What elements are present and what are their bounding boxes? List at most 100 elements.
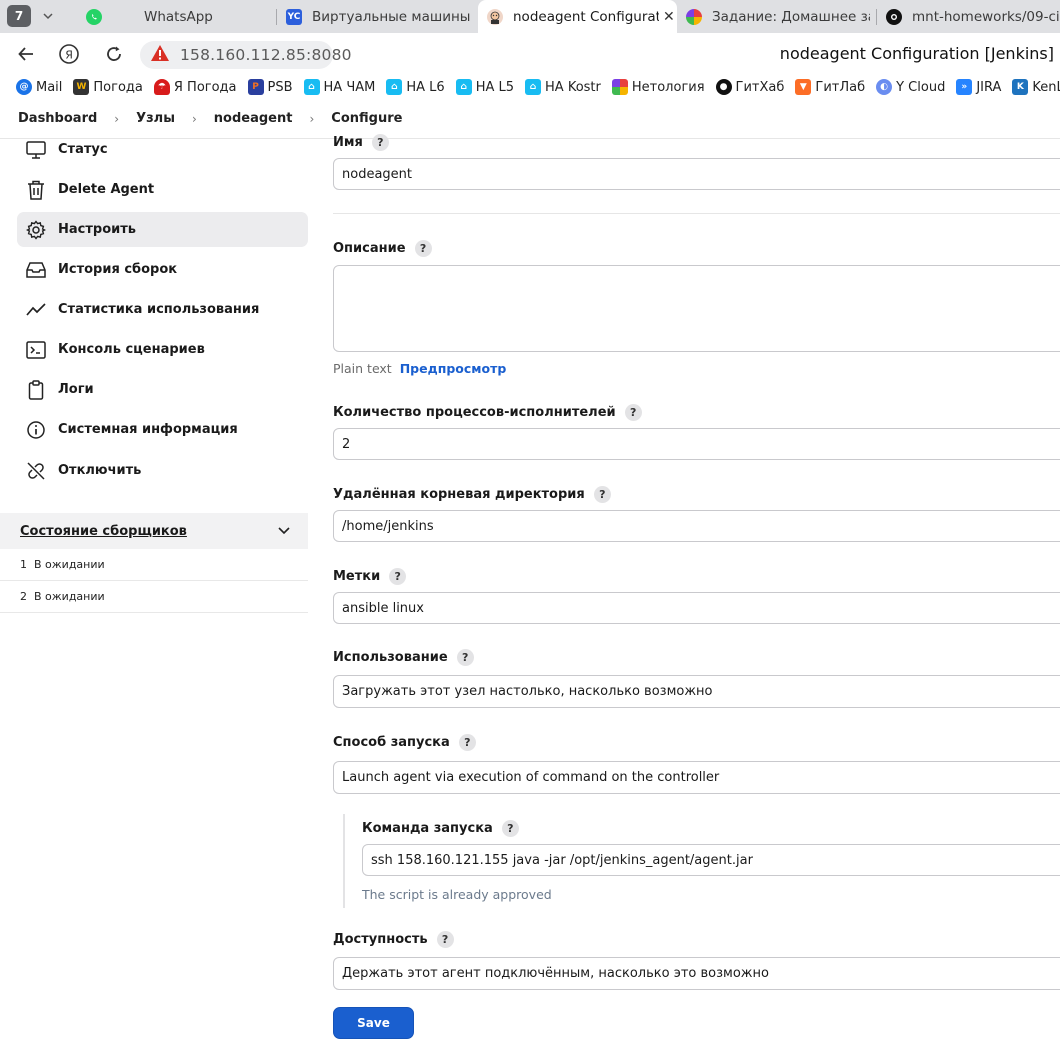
info-icon xyxy=(26,420,46,440)
kenluk-icon: K xyxy=(1012,79,1029,95)
help-icon[interactable]: ? xyxy=(458,734,476,751)
bookmark-github[interactable]: ● ГитХаб xyxy=(715,79,784,95)
bookmark-ha-cham[interactable]: ⌂ HA ЧАМ xyxy=(303,79,375,95)
help-icon[interactable]: ? xyxy=(593,486,611,503)
usage-select[interactable]: Загружать этот узел настолько, насколько… xyxy=(333,675,1060,708)
tab-label: nodeagent Configuratio xyxy=(513,8,659,25)
bookmark-y-cloud[interactable]: ◐ Y Cloud xyxy=(876,79,945,95)
tab-divider xyxy=(276,9,277,25)
bookmark-jira[interactable]: » JIRA xyxy=(956,79,1001,95)
bookmark-label: KenLuk xyxy=(1032,79,1060,95)
remote-root-field-label: Удалённая корневая директория ? xyxy=(333,486,611,503)
tab-count-button[interactable]: 7 xyxy=(7,5,31,27)
sidebar-item-usage-stats[interactable]: Статистика использования xyxy=(17,292,308,327)
bookmark-netology[interactable]: Нетология xyxy=(611,79,705,95)
home-assistant-icon: ⌂ xyxy=(455,79,472,95)
trend-icon xyxy=(26,300,46,320)
tab-label: Задание: Домашнее зада xyxy=(712,8,870,25)
description-textarea[interactable] xyxy=(333,265,1060,352)
clipboard-icon xyxy=(26,379,46,400)
help-icon[interactable]: ? xyxy=(414,240,432,257)
field-label-text: Метки xyxy=(333,569,381,584)
bookmark-label: HA L6 xyxy=(406,79,445,95)
bookmark-label: Mail xyxy=(36,79,63,95)
help-icon[interactable]: ? xyxy=(501,820,519,837)
bookmark-label: PSB xyxy=(267,79,293,95)
sidebar-item-build-history[interactable]: История сборок xyxy=(17,252,308,287)
jira-icon: » xyxy=(956,79,973,95)
save-button[interactable]: Save xyxy=(333,1007,414,1039)
bookmark-label: HA Kostr xyxy=(545,79,601,95)
preview-link[interactable]: Предпросмотр xyxy=(400,361,507,376)
labels-input[interactable]: ansible linux xyxy=(333,592,1060,624)
sidebar-item-label: Системная информация xyxy=(58,422,238,437)
launch-method-field-label: Способ запуска ? xyxy=(333,734,476,751)
chevron-down-icon[interactable] xyxy=(37,5,59,27)
bookmark-psb[interactable]: P PSB xyxy=(247,79,293,95)
sidebar-item-label: Настроить xyxy=(58,222,136,237)
tab-netology-task[interactable]: Задание: Домашнее зада xyxy=(686,0,870,33)
whatsapp-icon xyxy=(86,8,102,25)
breadcrumb-nodeagent[interactable]: nodeagent xyxy=(214,111,293,126)
bookmark-kenluk[interactable]: KKenLuk xyxy=(1012,79,1060,95)
executors-input[interactable]: 2 xyxy=(333,428,1060,460)
launch-command-input[interactable]: ssh 158.160.121.155 java -jar /opt/jenki… xyxy=(362,844,1060,876)
sidebar-item-status[interactable]: Статус xyxy=(17,132,308,167)
close-tab-icon[interactable]: ✕ xyxy=(663,9,675,25)
availability-select[interactable]: Держать этот агент подключённым, насколь… xyxy=(333,957,1060,990)
sidebar-item-script-console[interactable]: Консоль сценариев xyxy=(17,332,308,367)
tab-jenkins-active[interactable]: nodeagent Configuratio ✕ xyxy=(478,0,677,33)
bookmark-ha-kostr[interactable]: ⌂ HA Kostr xyxy=(525,79,601,95)
help-icon[interactable]: ? xyxy=(456,649,474,666)
github-icon xyxy=(886,8,902,25)
executor-status-title[interactable]: Состояние сборщиков xyxy=(20,524,187,539)
bookmark-ha-l5[interactable]: ⌂ HA L5 xyxy=(455,79,514,95)
executor-number: 2 xyxy=(20,590,27,603)
breadcrumb-dashboard[interactable]: Dashboard xyxy=(18,111,97,126)
sidebar-item-label: Статистика использования xyxy=(58,302,260,317)
jenkins-icon xyxy=(487,8,503,25)
tab-label: WhatsApp xyxy=(144,8,213,25)
reload-icon[interactable] xyxy=(102,42,126,66)
launch-command-field-label: Команда запуска ? xyxy=(362,820,519,837)
sidebar-item-configure[interactable]: Настроить xyxy=(17,212,308,247)
sidebar-item-label: Delete Agent xyxy=(58,182,155,197)
help-icon[interactable]: ? xyxy=(436,931,454,948)
sidebar-item-logs[interactable]: Логи xyxy=(17,372,308,407)
bookmark-label: JIRA xyxy=(976,79,1002,95)
sidebar-item-label: Консоль сценариев xyxy=(58,342,205,357)
sidebar-item-disconnect[interactable]: Отключить xyxy=(17,453,308,488)
yandex-logo-icon[interactable]: Я xyxy=(57,42,81,66)
help-icon[interactable]: ? xyxy=(624,404,642,421)
side-panel: Статус Delete Agent Настроить История сб… xyxy=(0,140,320,1050)
sidebar-item-delete-agent[interactable]: Delete Agent xyxy=(17,172,308,207)
bookmark-label: Я Погода xyxy=(173,79,237,95)
help-icon[interactable]: ? xyxy=(389,568,407,585)
sidebar-item-system-info[interactable]: Системная информация xyxy=(17,412,308,447)
inbox-icon xyxy=(26,260,46,280)
remote-root-input[interactable]: /home/jenkins xyxy=(333,510,1060,542)
executor-status-header[interactable]: Состояние сборщиков xyxy=(0,513,308,549)
breadcrumb-nodes[interactable]: Узлы xyxy=(136,111,175,126)
chevron-down-icon[interactable] xyxy=(278,524,290,539)
bookmark-mail[interactable]: @ Mail xyxy=(16,79,62,95)
tab-yandex-cloud[interactable]: YC Виртуальные машины | Y xyxy=(286,0,472,33)
configure-form: Имя ? nodeagent Описание ? Plain text Пр… xyxy=(333,134,1060,1050)
breadcrumb-configure[interactable]: Configure xyxy=(331,111,402,126)
launch-method-select[interactable]: Launch agent via execution of command on… xyxy=(333,761,1060,794)
help-icon[interactable]: ? xyxy=(371,134,389,151)
warning-icon[interactable] xyxy=(150,44,170,66)
address-bar: Я 158.160.112.85:8080 nodeagent Configur… xyxy=(0,33,1060,75)
field-label-text: Использование xyxy=(333,650,448,665)
tab-whatsapp[interactable]: WhatsApp xyxy=(86,0,276,33)
bookmark-gitlab[interactable]: ▼ ГитЛаб xyxy=(795,79,865,95)
name-input[interactable]: nodeagent xyxy=(333,158,1060,190)
bookmark-ha-l6[interactable]: ⌂ HA L6 xyxy=(386,79,445,95)
url-field[interactable]: 158.160.112.85:8080 xyxy=(140,41,352,69)
tab-github[interactable]: mnt-homeworks/09-ci-04 xyxy=(886,0,1060,33)
back-arrow-icon[interactable] xyxy=(14,42,38,66)
bookmark-ya-pogoda[interactable]: ☂ Я Погода xyxy=(153,79,237,95)
sidebar-item-label: Отключить xyxy=(58,463,142,478)
bookmark-pogoda[interactable]: W Погода xyxy=(73,79,143,95)
bookmarks-bar: @ Mail W Погода ☂ Я Погода P PSB ⌂ HA ЧАМ ⌂ HA… xyxy=(0,75,1060,99)
